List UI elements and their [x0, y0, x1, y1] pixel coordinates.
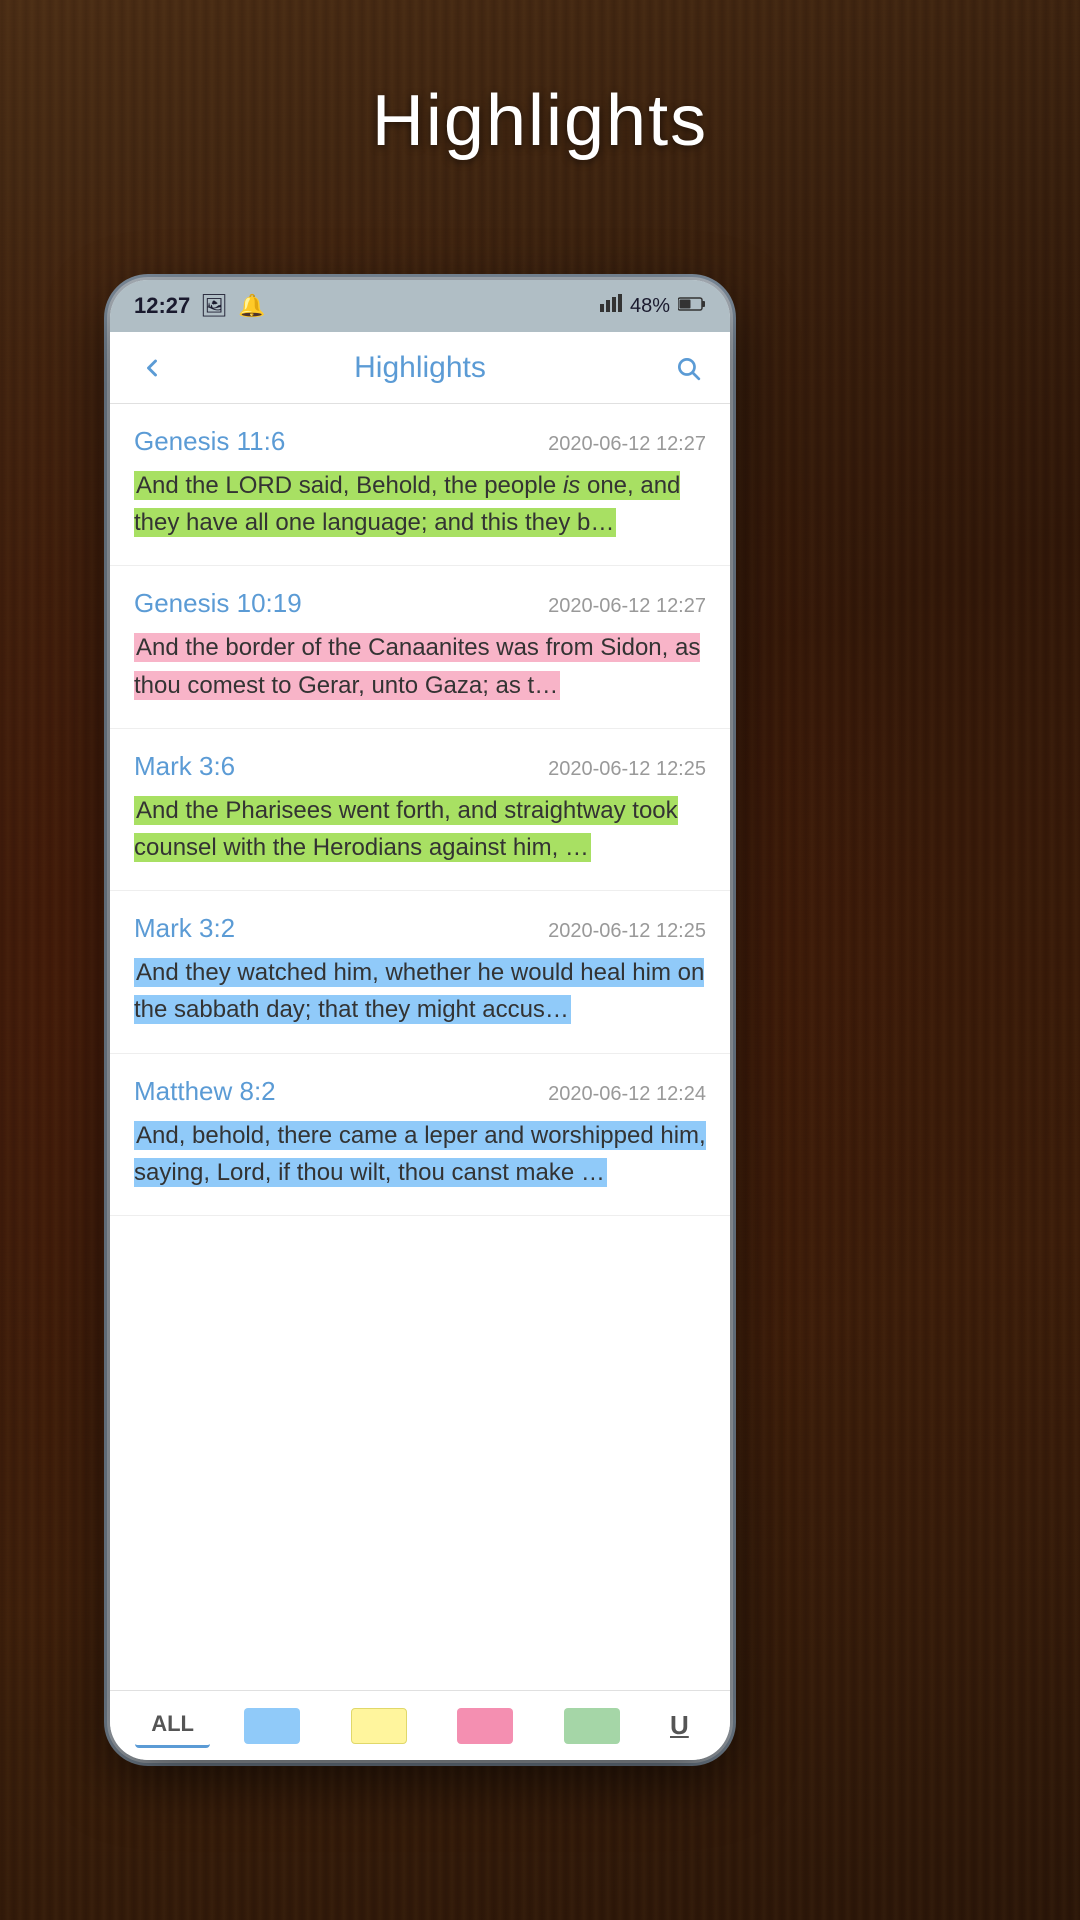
highlighted-text: And the LORD said, Behold, the people is…: [134, 471, 680, 537]
bottom-tab-bar: ALL U: [110, 1690, 730, 1760]
search-button[interactable]: [666, 346, 710, 390]
tab-pink[interactable]: [441, 1700, 529, 1752]
verse-date: 2020-06-12 12:25: [548, 920, 706, 943]
verse-text: And they watched him, whether he would h…: [134, 954, 706, 1028]
tab-yellow[interactable]: [335, 1700, 423, 1752]
item-header: Mark 3:2 2020-06-12 12:25: [134, 913, 706, 944]
tab-all-label: ALL: [151, 1711, 194, 1737]
status-bar: 12:27 🖼 🔔 48%: [110, 280, 730, 332]
list-item[interactable]: Genesis 11:6 2020-06-12 12:27 And the LO…: [110, 404, 730, 566]
item-header: Genesis 10:19 2020-06-12 12:27: [134, 588, 706, 619]
verse-reference: Genesis 11:6: [134, 426, 285, 457]
verse-text: And the LORD said, Behold, the people is…: [134, 467, 706, 541]
verse-text: And, behold, there came a leper and wors…: [134, 1117, 706, 1191]
tab-green[interactable]: [548, 1700, 636, 1752]
yellow-swatch: [351, 1708, 407, 1744]
battery-icon: [678, 295, 706, 318]
verse-date: 2020-06-12 12:25: [548, 758, 706, 781]
tab-blue[interactable]: [228, 1700, 316, 1752]
underline-label: U: [670, 1710, 689, 1741]
green-swatch: [564, 1708, 620, 1744]
status-left: 12:27 🖼 🔔: [134, 293, 266, 319]
verse-reference: Matthew 8:2: [134, 1076, 276, 1107]
highlighted-text: And the border of the Canaanites was fro…: [134, 633, 700, 699]
item-header: Matthew 8:2 2020-06-12 12:24: [134, 1076, 706, 1107]
verse-date: 2020-06-12 12:27: [548, 433, 706, 456]
tab-all[interactable]: ALL: [135, 1703, 210, 1748]
verse-reference: Mark 3:2: [134, 913, 235, 944]
tab-underline[interactable]: U: [654, 1702, 705, 1749]
status-photo-icon: 🖼: [200, 293, 228, 319]
app-header: Highlights: [110, 332, 730, 404]
verse-reference: Mark 3:6: [134, 751, 235, 782]
phone-frame: 12:27 🖼 🔔 48%: [110, 280, 730, 1760]
list-item[interactable]: Mark 3:6 2020-06-12 12:25 And the Pharis…: [110, 729, 730, 891]
back-button[interactable]: [130, 346, 174, 390]
blue-swatch: [244, 1708, 300, 1744]
header-title: Highlights: [174, 351, 666, 385]
battery-level: 48%: [630, 295, 670, 318]
item-header: Mark 3:6 2020-06-12 12:25: [134, 751, 706, 782]
highlighted-text: And the Pharisees went forth, and straig…: [134, 796, 678, 862]
verse-date: 2020-06-12 12:27: [548, 595, 706, 618]
item-header: Genesis 11:6 2020-06-12 12:27: [134, 426, 706, 457]
signal-icon: [600, 294, 622, 318]
list-item[interactable]: Matthew 8:2 2020-06-12 12:24 And, behold…: [110, 1054, 730, 1216]
verse-text: And the border of the Canaanites was fro…: [134, 629, 706, 703]
status-notification-icon: 🔔: [238, 293, 265, 319]
verse-text: And the Pharisees went forth, and straig…: [134, 792, 706, 866]
status-right: 48%: [600, 294, 706, 318]
verse-date: 2020-06-12 12:24: [548, 1083, 706, 1106]
highlights-list: Genesis 11:6 2020-06-12 12:27 And the LO…: [110, 404, 730, 1690]
pink-swatch: [457, 1708, 513, 1744]
highlighted-text: And they watched him, whether he would h…: [134, 958, 704, 1024]
list-item[interactable]: Genesis 10:19 2020-06-12 12:27 And the b…: [110, 566, 730, 728]
highlighted-text: And, behold, there came a leper and wors…: [134, 1121, 706, 1187]
verse-reference: Genesis 10:19: [134, 588, 302, 619]
status-time: 12:27: [134, 293, 190, 319]
list-item[interactable]: Mark 3:2 2020-06-12 12:25 And they watch…: [110, 891, 730, 1053]
page-title: Highlights: [0, 80, 1080, 162]
